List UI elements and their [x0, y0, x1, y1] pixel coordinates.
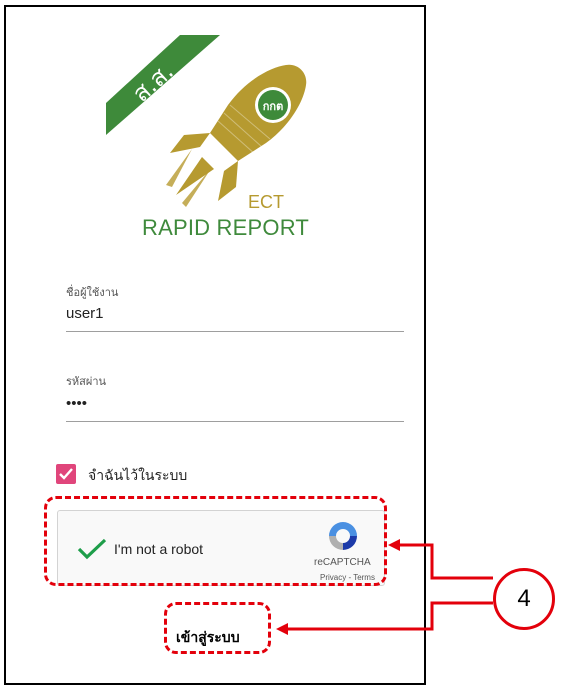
arrow-head-icon [276, 623, 288, 635]
annotation-arrows [276, 539, 493, 635]
step-callout: 4 [493, 568, 555, 630]
arrow-head-icon [388, 539, 400, 551]
